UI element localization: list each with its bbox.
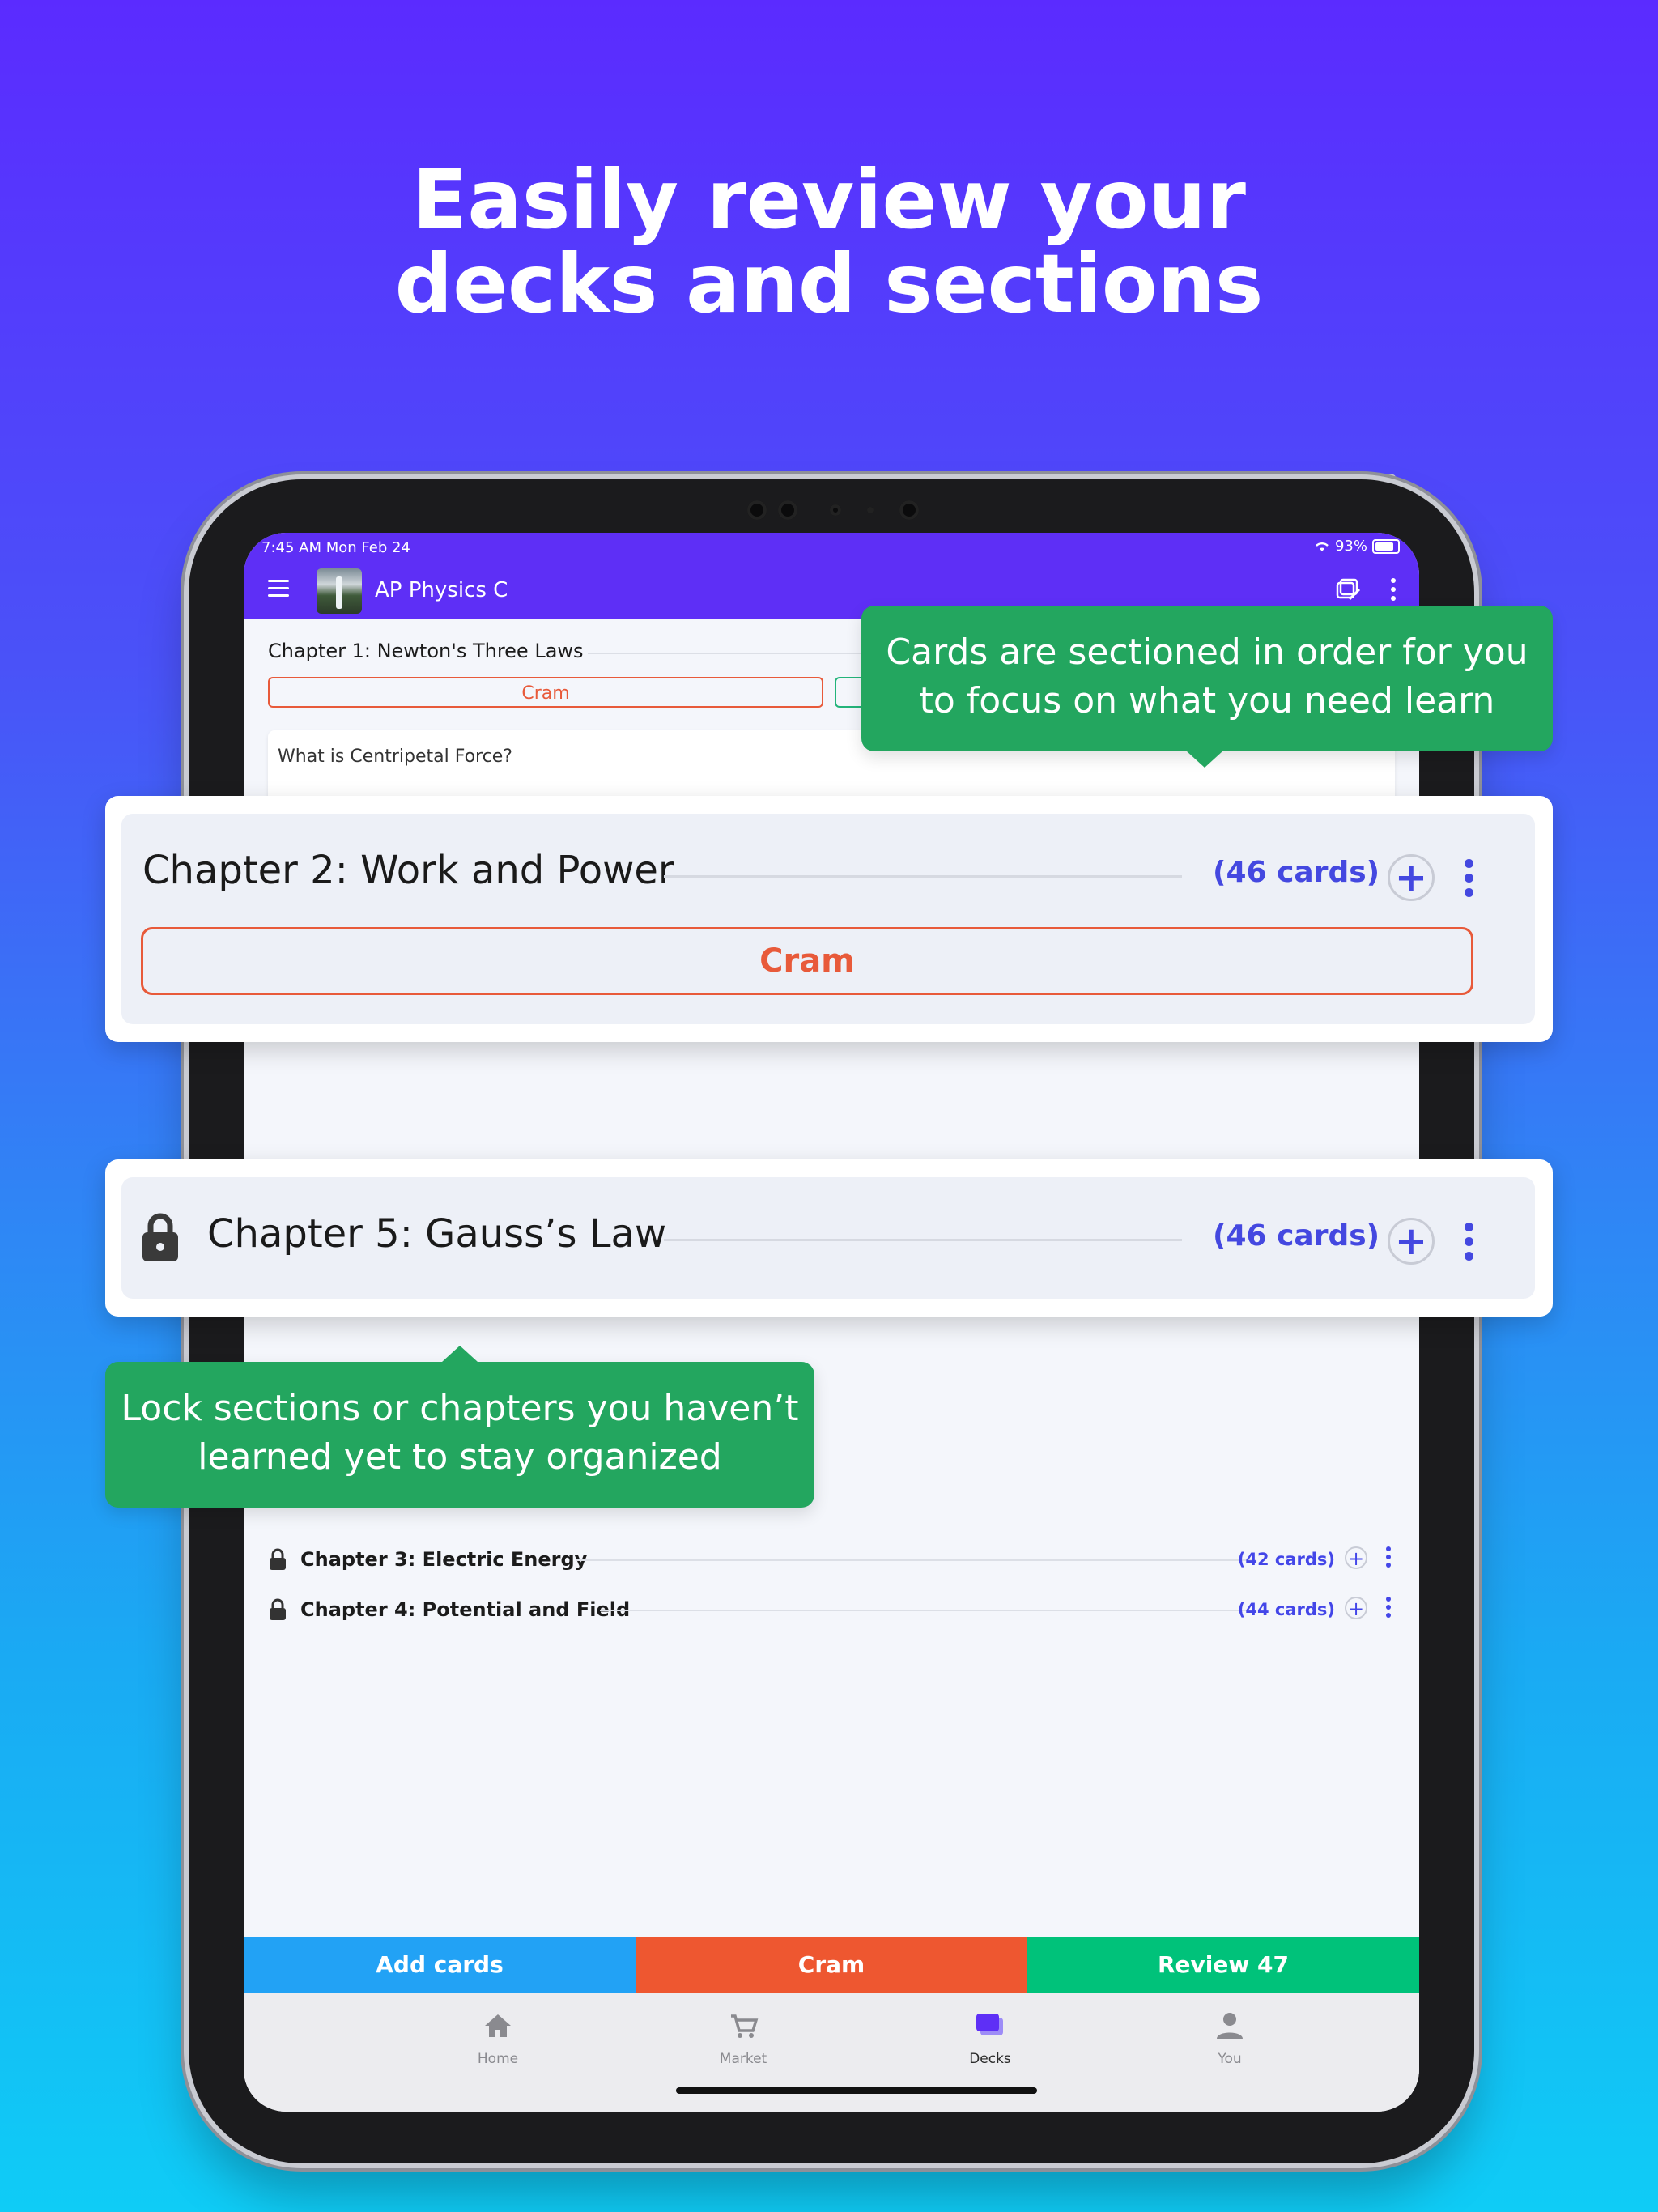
wifi-icon bbox=[1316, 542, 1329, 551]
chapter-2-cram-button[interactable]: Cram bbox=[141, 927, 1473, 995]
camera-lens bbox=[830, 504, 841, 516]
chapter-5-section: Chapter 5: Gauss’s Law (46 cards) + bbox=[121, 1177, 1535, 1299]
menu-icon[interactable] bbox=[268, 580, 289, 597]
headline-line-2: decks and sections bbox=[394, 236, 1264, 331]
headline: Easily review your decks and sections bbox=[0, 158, 1658, 326]
person-icon bbox=[1217, 2013, 1243, 2039]
deck-thumbnail bbox=[317, 568, 362, 614]
more-options-icon[interactable] bbox=[1385, 1546, 1392, 1571]
more-options-icon[interactable] bbox=[1464, 859, 1473, 903]
lock-icon[interactable] bbox=[268, 1548, 287, 1571]
tab-label: You bbox=[1218, 2051, 1242, 2067]
lock-icon[interactable] bbox=[141, 1211, 180, 1263]
section-title: Chapter 3: Electric Energy bbox=[300, 1548, 588, 1571]
section-card-count: (44 cards) bbox=[1237, 1600, 1335, 1619]
bubble-line-2: to focus on what you need learn bbox=[919, 680, 1495, 721]
camera-dot bbox=[747, 500, 767, 520]
divider bbox=[600, 1610, 1256, 1611]
tab-label: Market bbox=[719, 2051, 767, 2067]
edit-cards-icon[interactable] bbox=[1335, 578, 1363, 602]
tab-label: Home bbox=[477, 2051, 519, 2067]
review-button[interactable]: Review 47 bbox=[1027, 1937, 1419, 1993]
chapter-5-card-count: (46 cards) bbox=[1213, 1219, 1380, 1253]
add-card-icon[interactable]: + bbox=[1388, 1218, 1435, 1265]
bubble-line-2: learned yet to stay organized bbox=[198, 1436, 722, 1478]
flashcard-question: What is Centripetal Force? bbox=[278, 747, 512, 767]
home-indicator bbox=[676, 2087, 1037, 2094]
home-icon bbox=[485, 2014, 511, 2037]
bubble-line-1: Lock sections or chapters you haven’t bbox=[121, 1388, 799, 1429]
cart-icon bbox=[731, 2014, 759, 2038]
tab-bar: Home Market Decks You bbox=[244, 1993, 1419, 2112]
camera-dot bbox=[899, 500, 919, 520]
headline-line-1: Easily review your bbox=[412, 152, 1246, 247]
add-cards-button[interactable]: Add cards bbox=[244, 1937, 636, 1993]
divider bbox=[576, 1559, 1256, 1561]
add-card-icon[interactable]: + bbox=[1345, 1546, 1367, 1570]
chapter-5-title: Chapter 5: Gauss’s Law bbox=[207, 1211, 667, 1257]
chapter-2-callout: Chapter 2: Work and Power (46 cards) + C… bbox=[105, 796, 1553, 1042]
divider bbox=[664, 1239, 1182, 1241]
more-options-icon[interactable] bbox=[1464, 1223, 1473, 1266]
status-time: 7:45 AM Mon Feb 24 bbox=[261, 539, 410, 556]
section-title: Chapter 4: Potential and Field bbox=[300, 1598, 631, 1621]
section-row[interactable]: Chapter 3: Electric Energy (42 cards) + bbox=[266, 1543, 1397, 1576]
lock-icon[interactable] bbox=[268, 1598, 287, 1621]
tab-home[interactable]: Home bbox=[433, 2010, 563, 2067]
divider bbox=[664, 875, 1182, 878]
chapter-2-section: Chapter 2: Work and Power (46 cards) + C… bbox=[121, 814, 1535, 1024]
status-bar: 7:45 AM Mon Feb 24 93% bbox=[244, 533, 1419, 562]
bubble-line-1: Cards are sectioned in order for you bbox=[886, 632, 1528, 673]
tab-you[interactable]: You bbox=[1165, 2010, 1295, 2067]
action-bar: Add cards Cram Review 47 bbox=[244, 1937, 1419, 1993]
chapter-1-cram-button[interactable]: Cram bbox=[268, 677, 823, 708]
section-row[interactable]: Chapter 4: Potential and Field (44 cards… bbox=[266, 1593, 1397, 1626]
chapter-2-title: Chapter 2: Work and Power bbox=[142, 848, 674, 893]
chapter-5-callout: Chapter 5: Gauss’s Law (46 cards) + bbox=[105, 1159, 1553, 1317]
camera-dot bbox=[778, 500, 797, 520]
tab-market[interactable]: Market bbox=[678, 2010, 808, 2067]
info-bubble-bottom: Lock sections or chapters you haven’t le… bbox=[105, 1346, 814, 1508]
more-options-icon[interactable] bbox=[1385, 1597, 1392, 1621]
battery-percent: 93% bbox=[1334, 538, 1367, 555]
decks-icon bbox=[976, 2014, 1003, 2035]
tab-decks[interactable]: Decks bbox=[925, 2010, 1055, 2067]
info-bubble-top: Cards are sectioned in order for you to … bbox=[861, 606, 1553, 768]
sensor-dot bbox=[867, 507, 874, 513]
screen: 7:45 AM Mon Feb 24 93% AP Physics C Chap… bbox=[244, 533, 1419, 2112]
add-card-icon[interactable]: + bbox=[1345, 1597, 1367, 1620]
chapter-2-card-count: (46 cards) bbox=[1213, 856, 1380, 889]
cram-button[interactable]: Cram bbox=[636, 1937, 1027, 1993]
more-options-icon[interactable] bbox=[1390, 578, 1397, 602]
section-card-count: (42 cards) bbox=[1237, 1550, 1335, 1569]
chapter-1-title: Chapter 1: Newton's Three Laws bbox=[268, 640, 584, 662]
battery-icon bbox=[1372, 538, 1400, 554]
add-card-icon[interactable]: + bbox=[1388, 854, 1435, 901]
tab-label: Decks bbox=[969, 2051, 1011, 2067]
deck-title: AP Physics C bbox=[375, 578, 508, 602]
